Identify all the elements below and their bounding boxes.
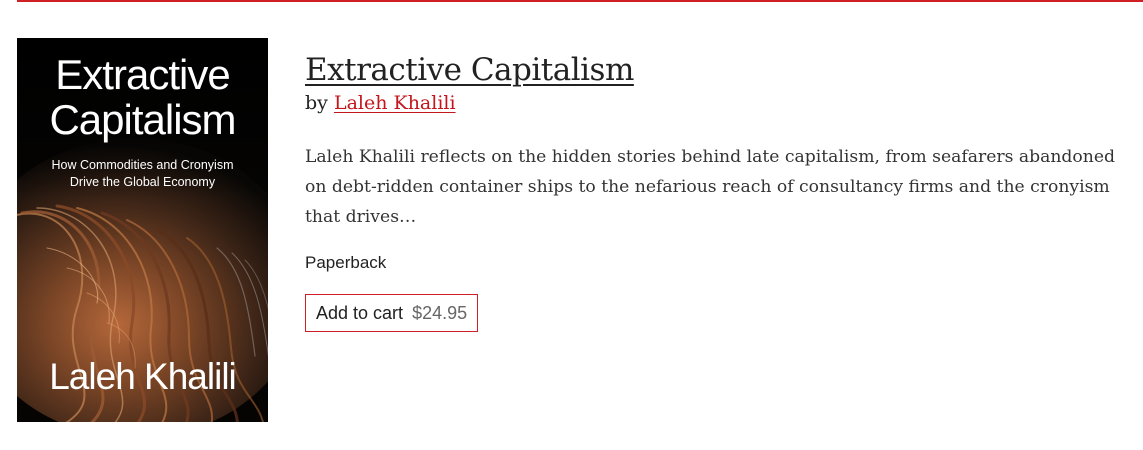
author-link[interactable]: Laleh Khalili xyxy=(334,92,456,114)
cover-title-line-2: Capitalism xyxy=(49,96,236,143)
cover-title-line-1: Extractive xyxy=(55,51,230,98)
book-info: Extractive Capitalism by Laleh Khalili L… xyxy=(305,50,1127,332)
cover-author: Laleh Khalili xyxy=(49,356,237,397)
book-description: Laleh Khalili reflects on the hidden sto… xyxy=(305,147,1116,227)
cover-subtitle: How Commodities and Cronyism Drive the G… xyxy=(17,157,268,191)
book-cover-image[interactable]: Extractive Capitalism How Commodities an… xyxy=(17,38,268,422)
book-title-link[interactable]: Extractive Capitalism xyxy=(305,50,634,90)
cover-subtitle-line-2: Drive the Global Economy xyxy=(69,175,216,189)
book-format: Paperback xyxy=(305,253,387,272)
byline: by Laleh Khalili xyxy=(305,90,1127,116)
price: $24.95 xyxy=(412,303,468,323)
cover-subtitle-line-1: How Commodities and Cronyism xyxy=(51,158,234,172)
add-to-cart-label: Add to cart xyxy=(316,303,404,323)
cover-title: Extractive Capitalism xyxy=(17,52,268,142)
add-to-cart-button[interactable]: Add to cart $24.95 xyxy=(305,294,479,332)
book-card: Extractive Capitalism How Commodities an… xyxy=(17,38,1127,422)
top-divider xyxy=(17,0,1143,2)
byline-prefix: by xyxy=(305,92,328,114)
